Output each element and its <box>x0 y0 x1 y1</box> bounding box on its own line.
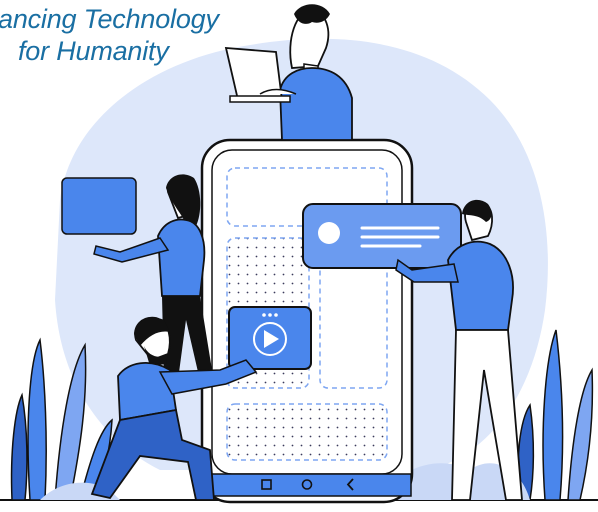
message-card[interactable] <box>302 203 462 269</box>
floating-panel <box>61 177 137 235</box>
three-dots-icon <box>262 313 278 317</box>
video-card[interactable] <box>228 306 312 370</box>
illustration <box>0 4 598 504</box>
avatar <box>318 222 340 244</box>
